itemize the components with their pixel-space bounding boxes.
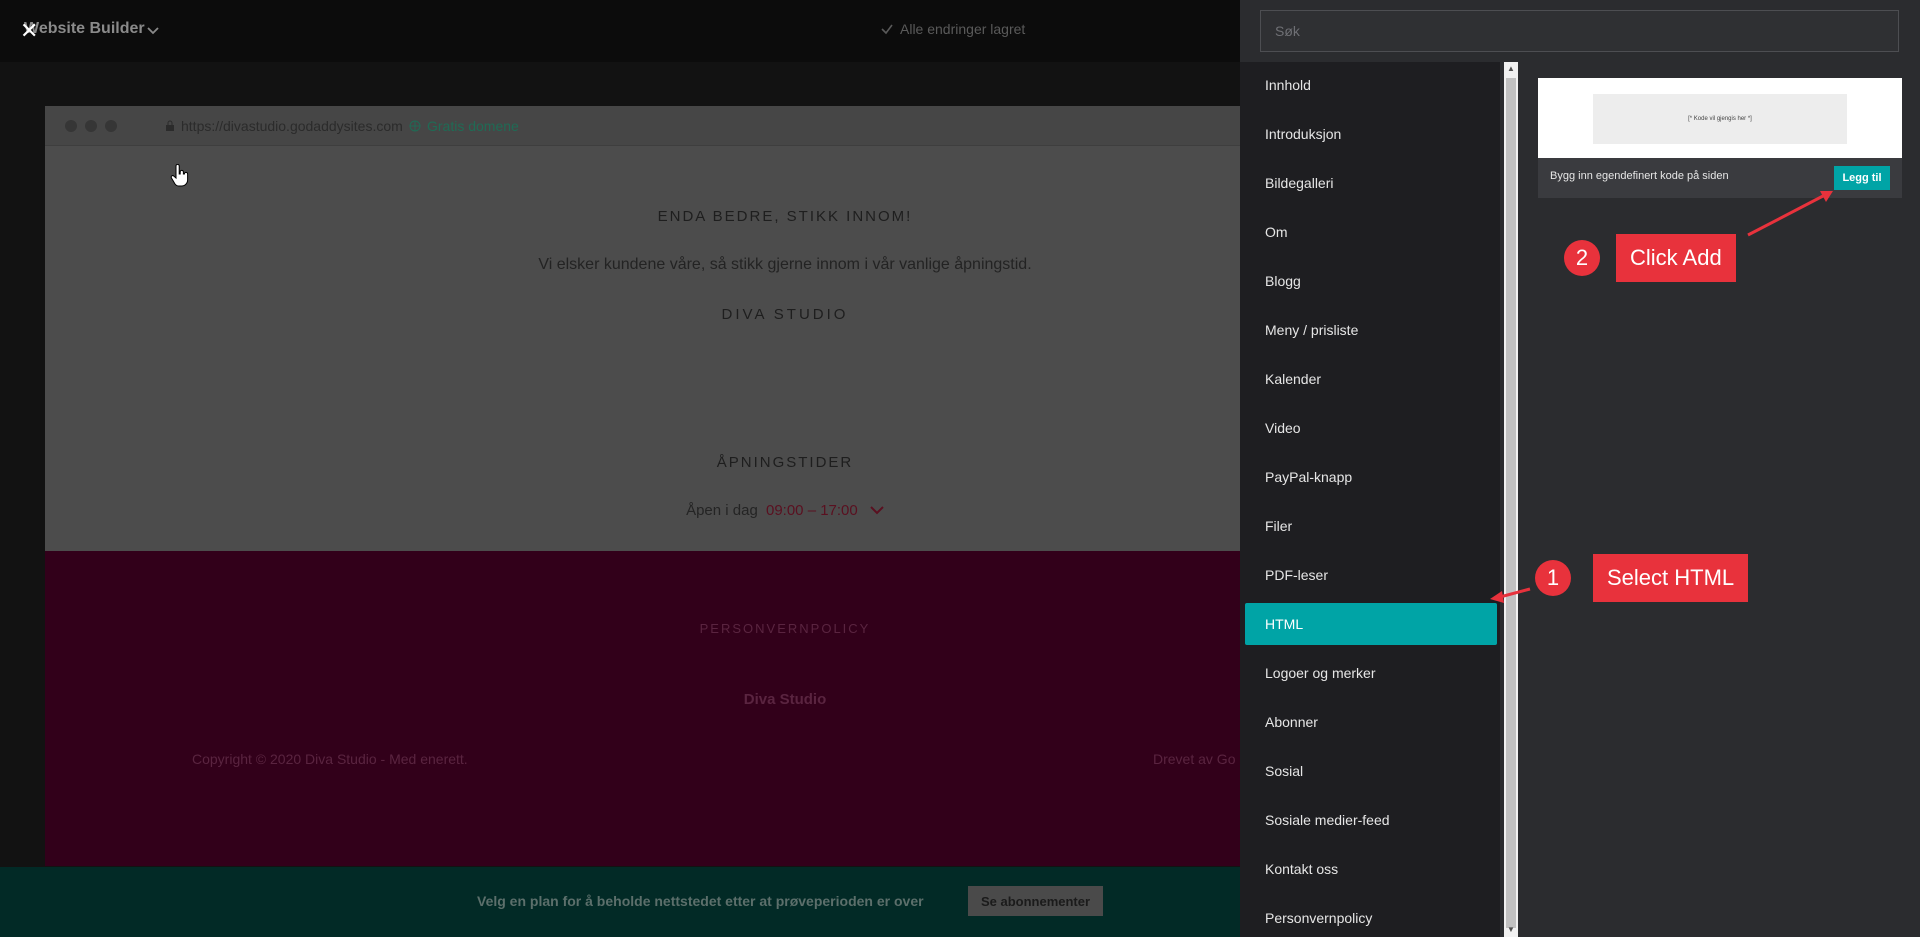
callout-click-add: Click Add [1616, 234, 1736, 282]
code-placeholder: [* Kode vil gjengis her *] [1593, 94, 1847, 144]
html-section-card[interactable]: [* Kode vil gjengis her *] Bygg inn egen… [1538, 78, 1902, 198]
hours-label: Åpen i dag [686, 502, 758, 519]
see-plans-button[interactable]: Se abonnementer [968, 886, 1103, 916]
window-dot [105, 120, 117, 132]
free-domain-text: Gratis domene [427, 118, 519, 134]
card-footer: Bygg inn egendefinert kode på siden Legg… [1538, 158, 1902, 198]
window-dot [85, 120, 97, 132]
category-item-introduksjon[interactable]: Introduksjon [1245, 113, 1497, 155]
chevron-down-icon[interactable] [146, 24, 160, 38]
save-status-text: Alle endringer lagret [900, 21, 1026, 37]
scroll-up-icon[interactable]: ▲ [1504, 62, 1518, 76]
category-item-abonner[interactable]: Abonner [1245, 701, 1497, 743]
search-input[interactable] [1260, 10, 1899, 52]
category-item-html[interactable]: HTML [1245, 603, 1497, 645]
site-section: ENDA BEDRE, STIKK INNOM! Vi elsker kunde… [45, 146, 1240, 551]
scroll-down-icon[interactable]: ▼ [1504, 923, 1518, 937]
add-button[interactable]: Legg til [1834, 166, 1890, 190]
category-list: Innhold Introduksjon Bildegalleri Om Blo… [1240, 62, 1500, 937]
category-item-paypal[interactable]: PayPal-knapp [1245, 456, 1497, 498]
save-status: Alle endringer lagret [880, 21, 1025, 37]
category-item-kontakt[interactable]: Kontakt oss [1245, 848, 1497, 890]
step-badge-1: 1 [1535, 560, 1571, 596]
category-item-personvern[interactable]: Personvernpolicy [1245, 897, 1497, 937]
category-item-logoer[interactable]: Logoer og merker [1245, 652, 1497, 694]
category-item-kalender[interactable]: Kalender [1245, 358, 1497, 400]
site-footer: PERSONVERNPOLICY Diva Studio Copyright ©… [45, 551, 1240, 866]
scroll-thumb[interactable] [1506, 78, 1516, 928]
category-item-meny[interactable]: Meny / prisliste [1245, 309, 1497, 351]
trial-banner: Velg en plan for å beholde nettstedet et… [0, 867, 1240, 937]
section-heading: ENDA BEDRE, STIKK INNOM! [657, 208, 913, 225]
category-item-blogg[interactable]: Blogg [1245, 260, 1497, 302]
free-domain-link[interactable]: Gratis domene [409, 118, 519, 134]
hand-cursor-icon [170, 164, 189, 187]
site-preview: https://divastudio.godaddysites.com Grat… [0, 62, 1240, 937]
category-scrollbar[interactable]: ▲ ▼ [1504, 62, 1518, 937]
search-box [1260, 10, 1899, 52]
category-item-filer[interactable]: Filer [1245, 505, 1497, 547]
check-icon [881, 24, 893, 35]
footer-policy-link[interactable]: PERSONVERNPOLICY [45, 621, 1240, 636]
hours-row: Åpen i dag 09:00 – 17:00 [45, 502, 1240, 519]
section-text: Vi elsker kundene våre, så stikk gjerne … [538, 256, 1032, 273]
section-thumbnail: [* Kode vil gjengis her *] [1538, 78, 1902, 158]
category-item-innhold[interactable]: Innhold [1245, 64, 1497, 106]
globe-icon [409, 120, 421, 132]
category-item-bildegalleri[interactable]: Bildegalleri [1245, 162, 1497, 204]
app-top-bar: Website Builder ✕ Alle endringer lagret [0, 0, 1240, 62]
hours-value: 09:00 – 17:00 [765, 502, 858, 519]
category-item-om[interactable]: Om [1245, 211, 1497, 253]
add-section-panel: Innhold Introduksjon Bildegalleri Om Blo… [1240, 0, 1920, 937]
hours-heading: ÅPNINGSTIDER [716, 454, 854, 471]
lock-icon [166, 120, 174, 131]
footer-name: Diva Studio [743, 691, 827, 708]
category-item-pdf[interactable]: PDF-leser [1245, 554, 1497, 596]
category-item-sosial[interactable]: Sosial [1245, 750, 1497, 792]
business-name: DIVA STUDIO [721, 306, 849, 323]
footer-copyright: Copyright © 2020 Diva Studio - Med enere… [192, 751, 468, 767]
site-url: https://divastudio.godaddysites.com [165, 118, 403, 134]
callout-select-html: Select HTML [1593, 554, 1749, 602]
category-item-sosiale-medier[interactable]: Sosiale medier-feed [1245, 799, 1497, 841]
step-badge-2: 2 [1564, 240, 1600, 276]
window-dot [65, 120, 77, 132]
footer-powered: Drevet av Go [1153, 751, 1236, 767]
card-description: Bygg inn egendefinert kode på siden [1550, 170, 1729, 182]
trial-text: Velg en plan for å beholde nettstedet et… [477, 893, 924, 909]
browser-frame: https://divastudio.godaddysites.com Grat… [45, 106, 1240, 866]
browser-bar: https://divastudio.godaddysites.com Grat… [45, 106, 1240, 146]
close-icon[interactable]: ✕ [20, 16, 44, 46]
category-item-video[interactable]: Video [1245, 407, 1497, 449]
chevron-down-icon[interactable] [870, 505, 884, 515]
site-url-text: https://divastudio.godaddysites.com [181, 118, 403, 134]
